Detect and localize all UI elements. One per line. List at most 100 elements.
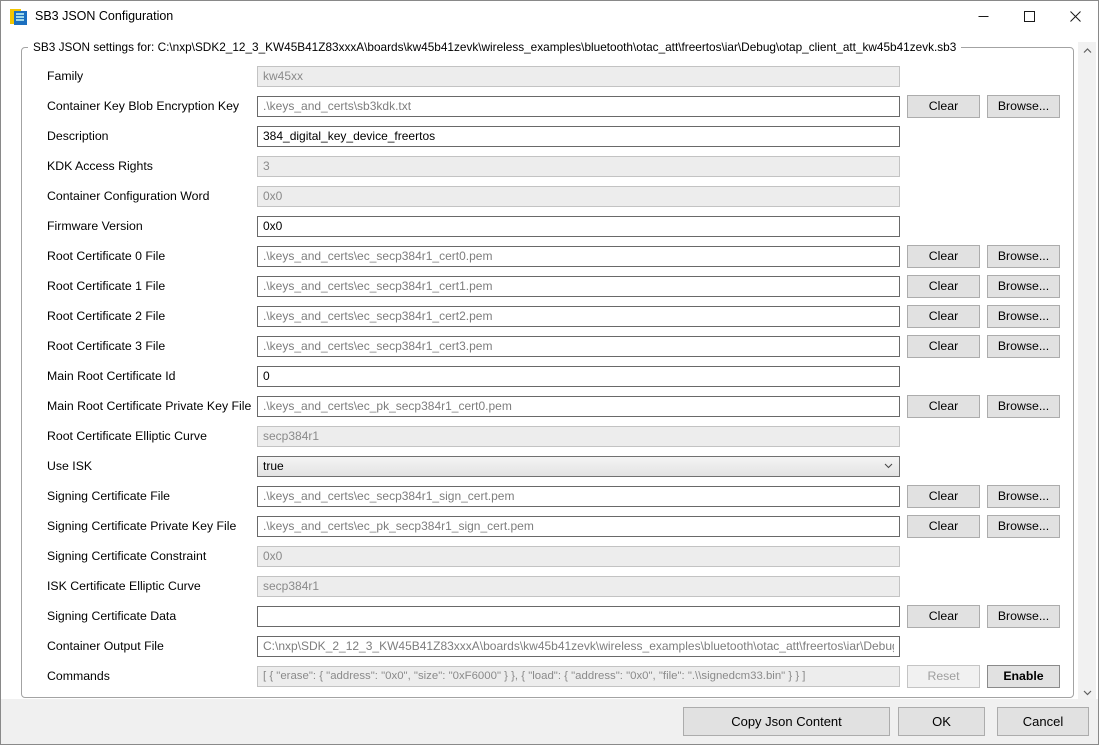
close-icon [1070, 11, 1081, 22]
signing-certificate-constraint-input [257, 546, 900, 567]
root-certificate-2-file-input[interactable] [257, 306, 900, 327]
close-button[interactable] [1052, 1, 1098, 31]
row-buttons: Clear Browse... [907, 395, 1060, 418]
titlebar: SB3 JSON Configuration [1, 1, 1098, 31]
form-row-root-certificate-3-file: Root Certificate 3 File Clear Browse... [22, 331, 1073, 361]
window-title: SB3 JSON Configuration [35, 9, 173, 23]
signing-certificate-data-clear-button[interactable]: Clear [907, 605, 980, 628]
root-certificate-2-file-clear-button[interactable]: Clear [907, 305, 980, 328]
root-certificate-2-file-browse-button[interactable]: Browse... [987, 305, 1060, 328]
field-label-main-root-certificate-id: Main Root Certificate Id [47, 369, 257, 383]
root-certificate-0-file-clear-button[interactable]: Clear [907, 245, 980, 268]
field-label-root-certificate-elliptic-curve: Root Certificate Elliptic Curve [47, 429, 257, 443]
field-label-isk-certificate-elliptic-curve: ISK Certificate Elliptic Curve [47, 579, 257, 593]
field-label-kdk-access-rights: KDK Access Rights [47, 159, 257, 173]
use-isk-select[interactable]: true [257, 456, 900, 477]
copy-json-content-button[interactable]: Copy Json Content [683, 707, 890, 736]
row-buttons: Clear Browse... [907, 95, 1060, 118]
form-row-isk-certificate-elliptic-curve: ISK Certificate Elliptic Curve [22, 571, 1073, 601]
family-input [257, 66, 900, 87]
caption-buttons [960, 1, 1098, 31]
root-certificate-3-file-input[interactable] [257, 336, 900, 357]
field-label-firmware-version: Firmware Version [47, 219, 257, 233]
form-row-root-certificate-1-file: Root Certificate 1 File Clear Browse... [22, 271, 1073, 301]
form-row-container-key-blob-encryption-key: Container Key Blob Encryption Key Clear Br… [22, 91, 1073, 121]
form-row-main-root-certificate-id: Main Root Certificate Id [22, 361, 1073, 391]
isk-certificate-elliptic-curve-input [257, 576, 900, 597]
field-label-signing-certificate-file: Signing Certificate File [47, 489, 257, 503]
field-label-root-certificate-1-file: Root Certificate 1 File [47, 279, 257, 293]
app-icon [10, 8, 27, 25]
row-buttons: Clear Browse... [907, 275, 1060, 298]
vertical-scrollbar[interactable] [1078, 42, 1096, 701]
main-root-certificate-private-key-file-clear-button[interactable]: Clear [907, 395, 980, 418]
form-row-root-certificate-elliptic-curve: Root Certificate Elliptic Curve [22, 421, 1073, 451]
form-row-signing-certificate-constraint: Signing Certificate Constraint [22, 541, 1073, 571]
firmware-version-input[interactable] [257, 216, 900, 237]
minimize-icon [978, 11, 989, 22]
form-row-firmware-version: Firmware Version [22, 211, 1073, 241]
form-row-description: Description [22, 121, 1073, 151]
field-label-signing-certificate-constraint: Signing Certificate Constraint [47, 549, 257, 563]
row-buttons: Clear Browse... [907, 245, 1060, 268]
signing-certificate-private-key-file-clear-button[interactable]: Clear [907, 515, 980, 538]
ok-button[interactable]: OK [898, 707, 985, 736]
main-root-certificate-private-key-file-browse-button[interactable]: Browse... [987, 395, 1060, 418]
commands-reset-button: Reset [907, 665, 980, 688]
field-label-main-root-certificate-private-key-file: Main Root Certificate Private Key File [47, 399, 257, 413]
minimize-button[interactable] [960, 1, 1006, 31]
signing-certificate-file-clear-button[interactable]: Clear [907, 485, 980, 508]
form-row-signing-certificate-file: Signing Certificate File Clear Browse... [22, 481, 1073, 511]
form-row-root-certificate-0-file: Root Certificate 0 File Clear Browse... [22, 241, 1073, 271]
field-label-signing-certificate-data: Signing Certificate Data [47, 609, 257, 623]
container-key-blob-encryption-key-input[interactable] [257, 96, 900, 117]
sb3-json-configuration-window: SB3 JSON Configuration SB3 JSON settings… [0, 0, 1099, 745]
field-label-commands: Commands [47, 669, 257, 683]
signing-certificate-file-input[interactable] [257, 486, 900, 507]
root-certificate-3-file-clear-button[interactable]: Clear [907, 335, 980, 358]
root-certificate-1-file-clear-button[interactable]: Clear [907, 275, 980, 298]
root-certificate-1-file-input[interactable] [257, 276, 900, 297]
root-certificate-0-file-browse-button[interactable]: Browse... [987, 245, 1060, 268]
form-row-root-certificate-2-file: Root Certificate 2 FileClearBrowse... [22, 301, 1073, 331]
form-row-use-isk: Use ISKtrue [22, 451, 1073, 481]
commands-input [257, 666, 900, 687]
root-certificate-1-file-browse-button[interactable]: Browse... [987, 275, 1060, 298]
form-rows: FamilyContainer Key Blob Encryption KeyC… [22, 61, 1073, 691]
container-configuration-word-input [257, 186, 900, 207]
field-label-description: Description [47, 129, 257, 143]
kdk-access-rights-input [257, 156, 900, 177]
field-label-container-output-file: Container Output File [47, 639, 257, 653]
root-certificate-0-file-input[interactable] [257, 246, 900, 267]
field-label-container-key-blob-encryption-key: Container Key Blob Encryption Key [47, 99, 257, 113]
form-row-signing-certificate-data: Signing Certificate Data Clear Browse... [22, 601, 1073, 631]
signing-certificate-data-browse-button[interactable]: Browse... [987, 605, 1060, 628]
field-label-family: Family [47, 69, 257, 83]
form-row-container-output-file: Container Output File [22, 631, 1073, 661]
signing-certificate-file-browse-button[interactable]: Browse... [987, 485, 1060, 508]
chevron-down-icon [884, 463, 893, 469]
container-key-blob-encryption-key-clear-button[interactable]: Clear [907, 95, 980, 118]
main-root-certificate-private-key-file-input[interactable] [257, 396, 900, 417]
container-key-blob-encryption-key-browse-button[interactable]: Browse... [987, 95, 1060, 118]
root-certificate-3-file-browse-button[interactable]: Browse... [987, 335, 1060, 358]
maximize-button[interactable] [1006, 1, 1052, 31]
root-certificate-elliptic-curve-input [257, 426, 900, 447]
form-row-signing-certificate-private-key-file: Signing Certificate Private Key FileClea… [22, 511, 1073, 541]
main-root-certificate-id-input[interactable] [257, 366, 900, 387]
commands-enable-button[interactable]: Enable [987, 665, 1060, 688]
description-input[interactable] [257, 126, 900, 147]
form-row-commands: Commands Reset Enable [22, 661, 1073, 691]
cancel-button[interactable]: Cancel [997, 707, 1089, 736]
row-buttons: Clear Browse... [907, 515, 1060, 538]
field-label-root-certificate-3-file: Root Certificate 3 File [47, 339, 257, 353]
scroll-up-button[interactable] [1078, 42, 1096, 59]
row-buttons: Clear Browse... [907, 335, 1060, 358]
signing-certificate-private-key-file-browse-button[interactable]: Browse... [987, 515, 1060, 538]
form-row-kdk-access-rights: KDK Access Rights [22, 151, 1073, 181]
field-label-root-certificate-0-file: Root Certificate 0 File [47, 249, 257, 263]
signing-certificate-private-key-file-input[interactable] [257, 516, 900, 537]
container-output-file-input[interactable] [257, 636, 900, 657]
use-isk-selected-value: true [263, 459, 884, 473]
signing-certificate-data-input[interactable] [257, 606, 900, 627]
